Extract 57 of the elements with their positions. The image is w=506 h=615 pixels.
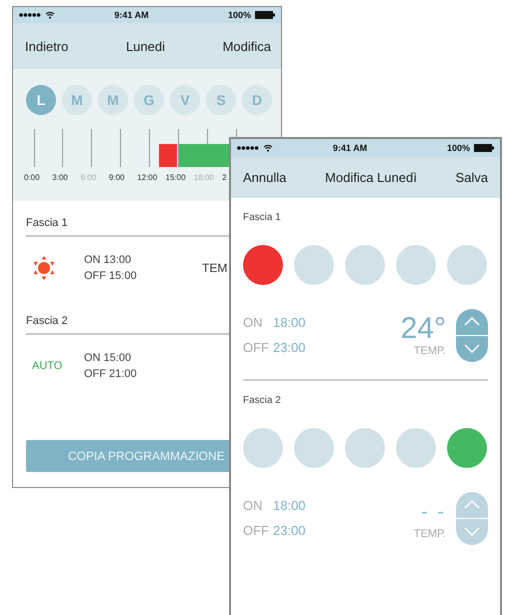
hour-label: 15:00 (166, 173, 186, 182)
chevron-down-icon (464, 344, 480, 353)
off-label: OFF (243, 340, 270, 355)
status-time: 9:41 AM (332, 143, 368, 153)
wifi-icon (263, 144, 273, 152)
temperature-value: 24° (400, 313, 446, 345)
auto-label: AUTO (32, 360, 62, 372)
back-link[interactable]: Indietro (25, 38, 68, 54)
hour-label: 12:00 (137, 173, 158, 182)
signal-icon (19, 13, 41, 17)
on-time[interactable]: 18:00 (273, 315, 306, 330)
off-label: OFF (243, 523, 270, 538)
on-time: ON 15:00 (84, 352, 132, 364)
temperature-value: - - (421, 500, 446, 525)
battery-level: 100% (446, 143, 470, 153)
off-time: OFF 15:00 (84, 270, 137, 282)
on-label: ON (243, 315, 264, 330)
mode-option[interactable] (243, 245, 283, 285)
battery-icon (474, 144, 494, 152)
screen-title: Modifica Lunedì (325, 170, 417, 185)
chevron-down-icon (464, 527, 480, 536)
hour-label: 6:00 (80, 173, 96, 182)
hour-label: 9:00 (108, 173, 124, 182)
day-button[interactable]: M (62, 85, 92, 115)
copy-schedule-button[interactable]: COPIA PROGRAMMAZIONE (26, 440, 229, 472)
hour-label: 0:00 (24, 173, 40, 182)
hour-label: 18:00 (194, 173, 214, 182)
on-time: ON 13:00 (84, 254, 132, 266)
off-time[interactable]: 23:00 (273, 340, 306, 355)
cancel-link[interactable]: Annulla (243, 170, 286, 185)
day-button[interactable]: L (26, 85, 56, 115)
save-link[interactable]: Salva (455, 170, 488, 185)
temperature-label: TEMP. (414, 528, 446, 540)
edit-link[interactable]: Modifica (222, 38, 271, 54)
status-time: 9:41 AM (113, 10, 150, 20)
day-button[interactable]: M (98, 85, 128, 115)
signal-icon (237, 146, 259, 150)
temperature-label: TEM (202, 261, 228, 275)
section-title: Fascia 2 (243, 394, 282, 406)
hour-label: 2 (222, 173, 227, 182)
decrease-button[interactable] (456, 336, 488, 362)
chevron-up-icon (464, 317, 480, 326)
hour-label: 3:00 (52, 173, 68, 182)
day-button[interactable]: G (134, 85, 164, 115)
on-label: ON (243, 498, 264, 513)
temperature-label: TEMP. (414, 345, 446, 357)
day-button[interactable]: S (206, 85, 236, 115)
sun-icon (32, 256, 56, 280)
day-button[interactable]: D (242, 85, 272, 115)
off-time: OFF 21:00 (84, 368, 137, 380)
wifi-icon (45, 11, 55, 19)
chevron-up-icon (464, 500, 480, 509)
screen-title: Lunedi (126, 38, 165, 54)
day-button[interactable]: V (170, 85, 200, 115)
battery-icon (255, 11, 275, 19)
increase-button[interactable] (456, 308, 488, 334)
battery-level: 100% (228, 10, 251, 20)
